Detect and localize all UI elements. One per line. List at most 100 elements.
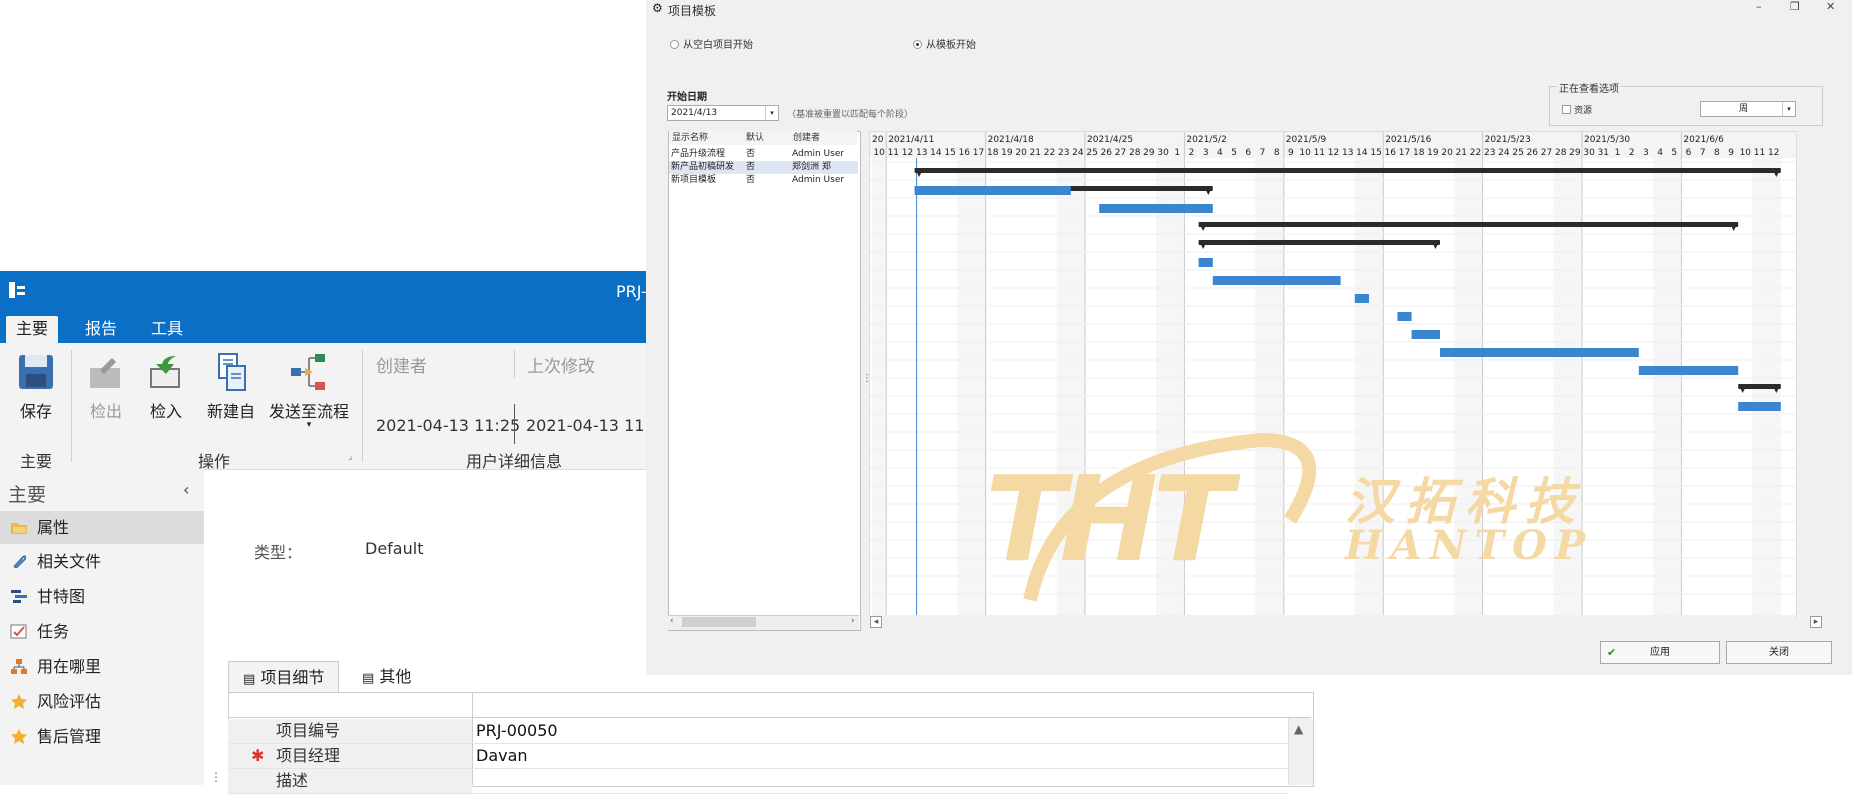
sidebar-item-tasks[interactable]: 任务	[0, 615, 204, 648]
sidebar-item-where-used[interactable]: 用在哪里	[0, 650, 204, 683]
day-label: 24	[1498, 148, 1510, 158]
day-label: 14	[930, 148, 942, 158]
day-label: 8	[1274, 148, 1280, 158]
gantt-scrollbar[interactable]	[869, 615, 1795, 629]
day-label: 20	[1441, 148, 1453, 158]
save-button[interactable]: 保存	[14, 352, 58, 422]
sidebar-item-label: 风险评估	[37, 692, 102, 711]
sidebar-item-label: 用在哪里	[37, 657, 102, 676]
tab-project-details[interactable]: ▤ 项目细节	[228, 661, 340, 694]
list-scroll-thumb[interactable]	[682, 617, 756, 627]
day-label: 10	[1299, 148, 1311, 158]
day-label: 1	[1615, 148, 1621, 158]
scroll-right-icon[interactable]: ›	[851, 616, 855, 626]
row-value[interactable]: PRJ-00050	[476, 719, 558, 743]
checkout-button[interactable]: 检出	[84, 352, 128, 422]
weekend-shade	[971, 158, 986, 616]
day-label: 19	[1427, 148, 1439, 158]
detail-row-project-number[interactable]: 项目编号 PRJ-00050	[228, 719, 1288, 744]
apply-label: 应用	[1650, 647, 1670, 658]
apply-button[interactable]: ✔ 应用	[1600, 641, 1720, 664]
day-label: 24	[1072, 148, 1084, 158]
template-row[interactable]: 产品升级流程 否 Admin User	[669, 148, 858, 161]
sidebar-item-gantt[interactable]: 甘特图	[0, 580, 204, 613]
week-label: 2021/5/30	[1584, 135, 1630, 145]
day-label: 22	[1470, 148, 1481, 158]
tab-other[interactable]: ▤ 其他	[348, 661, 425, 693]
sidebar-title: 主要	[8, 484, 47, 506]
task-icon	[10, 624, 27, 639]
tab-tools[interactable]: 工具	[141, 316, 193, 343]
resize-grip-icon[interactable]: ⋮	[210, 770, 222, 784]
scroll-left-icon[interactable]: ‹	[670, 616, 674, 626]
column-header-default[interactable]: 默认	[743, 131, 791, 145]
column-header-creator[interactable]: 创建者	[790, 131, 857, 145]
save-label: 保存	[19, 402, 52, 421]
maximize-button[interactable]: ❐	[1790, 0, 1800, 13]
day-label: 28	[1555, 148, 1567, 158]
template-row[interactable]: 新产品初稿研发 否 郑剑洲 郑	[669, 161, 858, 174]
type-label: 类型：	[254, 543, 303, 562]
sidebar-item-properties[interactable]: 属性	[0, 511, 204, 544]
day-label: 4	[1657, 148, 1663, 158]
dialog-logo-icon: ⚙	[652, 1, 663, 15]
sidebar-item-related-files[interactable]: 相关文件	[0, 545, 204, 578]
template-row[interactable]: 新项目模板 否 Admin User	[669, 174, 858, 187]
sidebar-item-after-sales[interactable]: 售后管理	[0, 720, 204, 753]
sidebar-item-label: 任务	[37, 622, 70, 641]
paperclip-icon	[13, 555, 27, 569]
new-from-button[interactable]: 新建自	[204, 352, 258, 422]
summary-bar	[1198, 240, 1440, 245]
checkout-icon	[90, 358, 120, 388]
day-label: 12	[1328, 148, 1339, 158]
detail-row-project-manager[interactable]: ✱ 项目经理 Davan	[228, 744, 1288, 769]
resource-label: 资源	[1574, 106, 1593, 116]
day-label: 15	[944, 148, 955, 158]
close-button[interactable]: 关闭	[1726, 641, 1832, 664]
minimize-button[interactable]: –	[1756, 0, 1762, 13]
collapse-icon[interactable]: ‹	[183, 480, 189, 499]
column-header-name[interactable]: 显示名称	[669, 131, 747, 145]
day-label: 7	[1260, 148, 1266, 158]
resource-checkbox[interactable]: 资源	[1562, 103, 1592, 116]
week-label: 2021/4/18	[988, 135, 1034, 145]
radio-blank-project[interactable]: 从空白项目开始	[670, 36, 753, 51]
task-bar	[1411, 330, 1440, 339]
checkin-label: 检入	[149, 402, 182, 421]
row-key: 描述	[228, 769, 472, 793]
scroll-up-icon[interactable]: ▲	[1294, 722, 1303, 736]
gantt-icon	[11, 590, 27, 603]
scroll-right-icon[interactable]: ▸	[1810, 616, 1822, 628]
chevron-down-icon[interactable]: ▾	[1782, 102, 1795, 116]
sidebar-item-risk[interactable]: 风险评估	[0, 685, 204, 718]
radio-from-template[interactable]: 从模板开始	[913, 36, 976, 51]
day-label: 10	[1740, 148, 1752, 158]
created-time: 2021-04-13 11:25	[376, 416, 521, 435]
tab-reports[interactable]: 报告	[75, 316, 127, 343]
start-date-label: 开始日期	[667, 92, 707, 103]
close-window-button[interactable]: ✕	[1826, 0, 1835, 13]
app-titlebar	[0, 271, 646, 311]
detail-row-description[interactable]: 描述	[228, 769, 1288, 794]
day-label: 20	[1015, 148, 1027, 158]
day-label: 13	[1342, 148, 1353, 158]
start-date-value: 2021/4/13	[671, 108, 718, 118]
chevron-down-icon[interactable]: ▾	[765, 106, 778, 120]
day-label: 27	[1115, 148, 1126, 158]
tab-main[interactable]: 主要	[6, 316, 59, 343]
scroll-left-icon[interactable]: ◂	[870, 616, 882, 628]
start-date-picker[interactable]: 2021/4/13 ▾	[667, 105, 779, 121]
task-bar	[1099, 204, 1213, 213]
week-label: 2021/6/6	[1683, 135, 1724, 145]
template-default: 否	[746, 175, 756, 185]
template-name: 新产品初稿研发	[671, 162, 735, 172]
checkin-button[interactable]: 检入	[144, 352, 188, 422]
group-launcher-icon[interactable]: ⌟	[348, 452, 352, 462]
day-label: 5	[1231, 148, 1237, 158]
row-value[interactable]: Davan	[476, 744, 528, 768]
day-label: 21	[1456, 148, 1467, 158]
view-unit-select[interactable]: 周 ▾	[1700, 101, 1796, 117]
send-to-flow-button[interactable]: 发送至流程 ▾	[268, 352, 350, 430]
view-unit-value: 周	[1739, 104, 1749, 114]
day-label: 18	[1413, 148, 1425, 158]
